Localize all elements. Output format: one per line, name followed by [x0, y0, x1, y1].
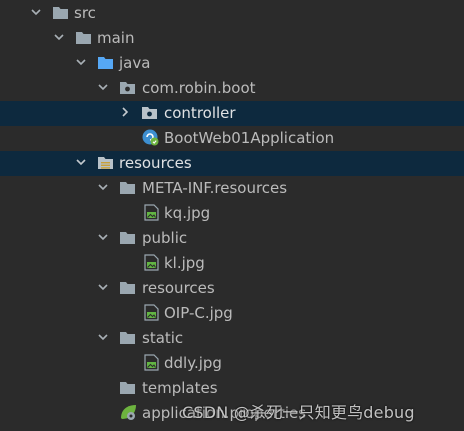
- chevron-down-icon[interactable]: [96, 280, 110, 294]
- tree-row-resources-root[interactable]: resources: [0, 151, 464, 176]
- tree-row-java[interactable]: java: [0, 51, 464, 76]
- image-file-icon: [144, 204, 159, 221]
- tree-label: templates: [142, 379, 218, 397]
- tree-row-static[interactable]: static: [0, 326, 464, 351]
- folder-icon: [120, 382, 135, 394]
- tree-row-resources-sub[interactable]: resources: [0, 276, 464, 301]
- tree-row-src[interactable]: src: [0, 1, 464, 26]
- tree-row-application-class[interactable]: BootWeb01Application: [0, 126, 464, 151]
- tree-label: com.robin.boot: [142, 79, 256, 97]
- spring-boot-class-icon: [142, 129, 159, 146]
- folder-icon: [53, 7, 68, 19]
- tree-label: OIP-C.jpg: [164, 304, 233, 322]
- tree-row-public[interactable]: public: [0, 226, 464, 251]
- chevron-down-icon[interactable]: [52, 30, 66, 44]
- tree-row-ddly-jpg[interactable]: ddly.jpg: [0, 351, 464, 376]
- tree-label: controller: [164, 104, 236, 122]
- tree-label: kl.jpg: [164, 254, 205, 272]
- tree-label: META-INF.resources: [142, 179, 288, 197]
- package-icon: [142, 107, 157, 119]
- tree-label: ddly.jpg: [164, 354, 222, 372]
- tree-label: resources: [119, 154, 192, 172]
- project-tree: src main java com.robin.boot controller …: [0, 0, 464, 431]
- chevron-down-icon[interactable]: [96, 80, 110, 94]
- folder-icon: [120, 182, 135, 194]
- image-file-icon: [144, 354, 159, 371]
- package-icon: [120, 82, 135, 94]
- tree-label: static: [142, 329, 184, 347]
- tree-label: kq.jpg: [164, 204, 211, 222]
- tree-label: java: [119, 54, 151, 72]
- tree-row-oip-c-jpg[interactable]: OIP-C.jpg: [0, 301, 464, 326]
- source-folder-icon: [98, 57, 113, 69]
- tree-row-kl-jpg[interactable]: kl.jpg: [0, 251, 464, 276]
- spring-leaf-icon: [121, 405, 136, 420]
- watermark: CSDN @杀死一只知更鸟debug: [182, 403, 415, 422]
- chevron-down-icon[interactable]: [96, 230, 110, 244]
- tree-row-meta-inf[interactable]: META-INF.resources: [0, 176, 464, 201]
- tree-row-kq-jpg[interactable]: kq.jpg: [0, 201, 464, 226]
- chevron-down-icon[interactable]: [74, 55, 88, 69]
- chevron-down-icon[interactable]: [96, 330, 110, 344]
- image-file-icon: [144, 254, 159, 271]
- tree-label: main: [97, 29, 135, 47]
- chevron-right-icon[interactable]: [118, 105, 132, 119]
- tree-label: src: [74, 4, 96, 22]
- tree-row-controller[interactable]: controller: [0, 101, 464, 126]
- tree-label: resources: [142, 279, 215, 297]
- chevron-down-icon[interactable]: [29, 5, 43, 19]
- chevron-down-icon[interactable]: [96, 180, 110, 194]
- tree-row-main[interactable]: main: [0, 26, 464, 51]
- tree-row-package[interactable]: com.robin.boot: [0, 76, 464, 101]
- tree-row-templates[interactable]: templates: [0, 376, 464, 401]
- image-file-icon: [144, 304, 159, 321]
- folder-icon: [76, 32, 91, 44]
- folder-icon: [120, 282, 135, 294]
- tree-label: public: [142, 229, 188, 247]
- folder-icon: [120, 332, 135, 344]
- chevron-down-icon[interactable]: [74, 155, 88, 169]
- folder-icon: [120, 232, 135, 244]
- tree-label: BootWeb01Application: [164, 129, 335, 147]
- resources-folder-icon: [98, 157, 113, 169]
